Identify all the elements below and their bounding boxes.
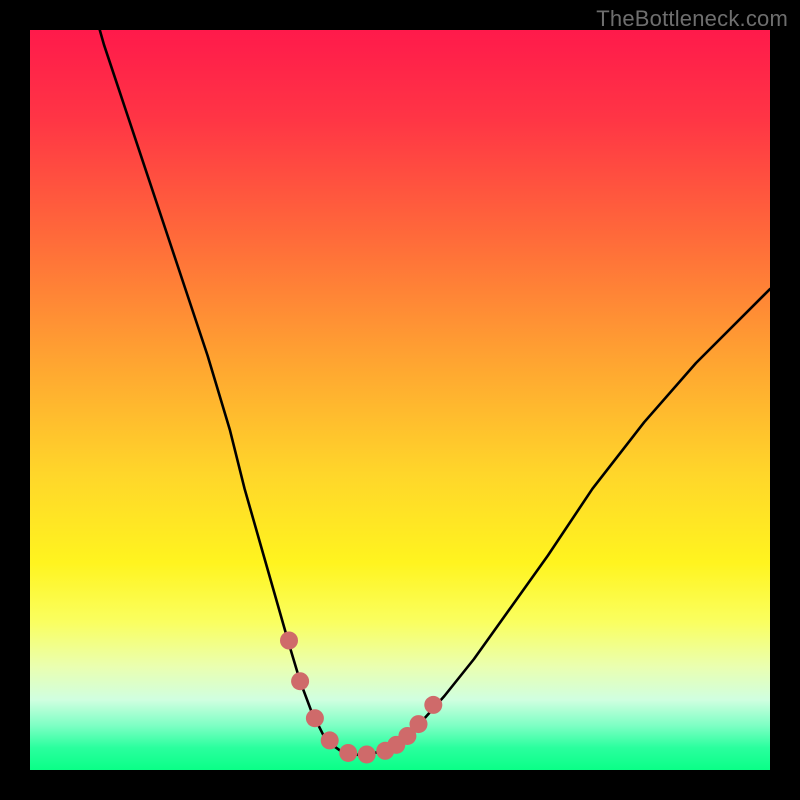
highlight-dot (424, 696, 442, 714)
highlight-dot (291, 672, 309, 690)
highlight-dot (321, 731, 339, 749)
highlight-dot (410, 715, 428, 733)
highlight-dot (339, 744, 357, 762)
highlighted-points (30, 30, 770, 770)
watermark-text: TheBottleneck.com (596, 6, 788, 32)
highlight-dot (306, 709, 324, 727)
plot-area (30, 30, 770, 770)
highlight-dot (280, 632, 298, 650)
highlight-dot (358, 745, 376, 763)
